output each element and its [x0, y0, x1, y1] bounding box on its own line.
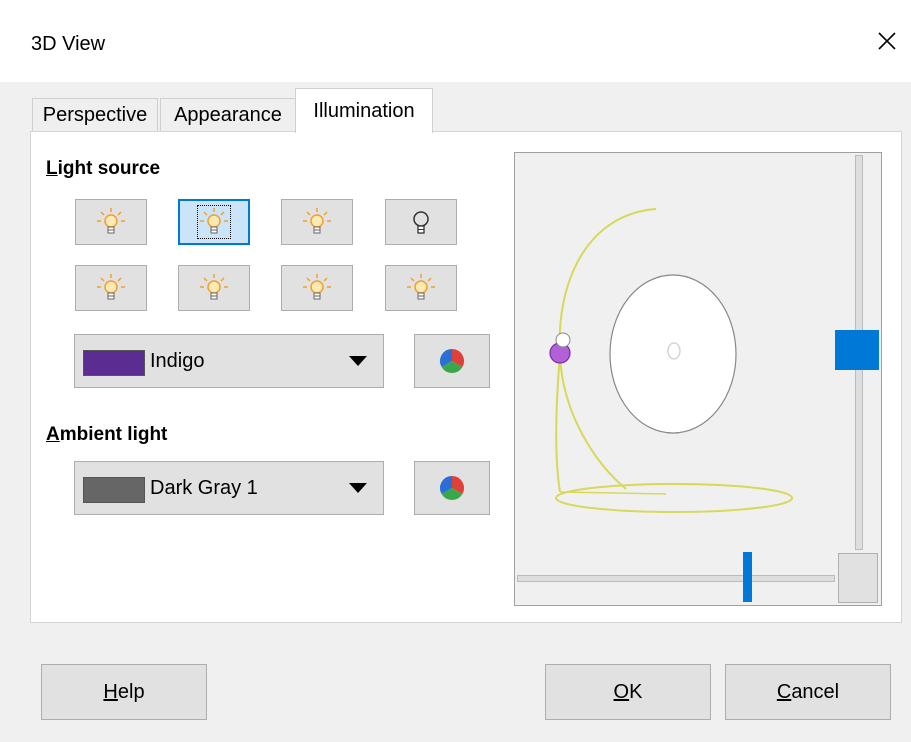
light-source-1-button[interactable]: [75, 199, 147, 245]
ambient-color-picker-button[interactable]: [414, 461, 490, 515]
light-bulb-on-icon: [407, 274, 435, 300]
light-bulb-on-icon: [200, 274, 228, 300]
close-icon[interactable]: [866, 20, 908, 62]
vertical-scrollbar-thumb[interactable]: [835, 330, 879, 370]
ambient-color-dropdown[interactable]: Dark Gray 1: [74, 461, 384, 515]
light-source-6-button[interactable]: [178, 265, 250, 311]
color-picker-icon: [439, 349, 465, 374]
light-bulb-on-icon: [200, 208, 228, 234]
ok-button[interactable]: OK: [545, 664, 711, 720]
light-color-swatch: [83, 350, 145, 376]
light-source-3-button[interactable]: [281, 199, 353, 245]
ambient-light-heading: Ambient light: [46, 424, 168, 445]
light-color-label: Indigo: [150, 350, 205, 372]
light-source-7-button[interactable]: [281, 265, 353, 311]
light-color-dropdown[interactable]: Indigo: [74, 334, 384, 388]
light-bulb-off-icon: [413, 211, 429, 234]
tab-appearance[interactable]: Appearance: [160, 98, 296, 131]
light-bulb-on-icon: [97, 208, 125, 234]
window-title: 3D View: [31, 33, 106, 55]
light-source-4-button[interactable]: [385, 199, 457, 245]
ambient-color-swatch: [83, 477, 145, 503]
ambient-color-label: Dark Gray 1: [150, 477, 258, 499]
color-picker-icon: [439, 476, 465, 501]
light-bulb-on-icon: [303, 208, 331, 234]
horizontal-scrollbar-thumb[interactable]: [743, 552, 752, 602]
light-source-heading: Light source: [46, 158, 161, 179]
horizontal-scrollbar-track[interactable]: [517, 575, 835, 582]
help-button[interactable]: Help: [41, 664, 207, 720]
title-bar: 3D View: [0, 0, 911, 82]
chevron-down-icon: [349, 483, 367, 493]
light-bulb-on-icon: [303, 274, 331, 300]
scrollbar-corner-button[interactable]: [838, 553, 878, 603]
tab-illumination[interactable]: Illumination: [295, 88, 433, 133]
light-preview-scene[interactable]: [516, 154, 834, 550]
tab-perspective[interactable]: Perspective: [32, 98, 158, 131]
light-source-8-button[interactable]: [385, 265, 457, 311]
preview-sphere: [609, 274, 737, 434]
light-bulb-on-icon: [97, 274, 125, 300]
light-source-5-button[interactable]: [75, 265, 147, 311]
chevron-down-icon: [349, 356, 367, 366]
light-color-picker-button[interactable]: [414, 334, 490, 388]
light-source-2-button[interactable]: [178, 199, 250, 245]
cancel-button[interactable]: Cancel: [725, 664, 891, 720]
3d-view-dialog: 3D View Perspective Appearance Illuminat…: [0, 0, 911, 742]
